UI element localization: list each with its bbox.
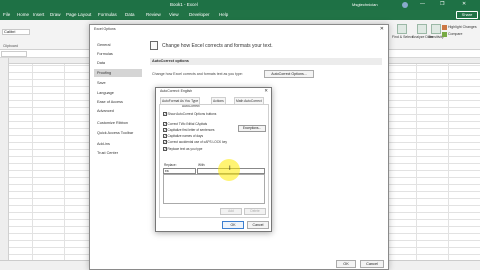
- checkbox-check-icon: ✓: [163, 122, 167, 127]
- nav-item-general[interactable]: General: [94, 41, 142, 49]
- checkbox-label: Capitalize first letter of sentences: [167, 128, 215, 132]
- checkbox-label: Replace text as you type: [167, 147, 203, 151]
- tab-autoformat[interactable]: AutoFormat As You Type: [160, 97, 201, 104]
- nav-item-formulas[interactable]: Formulas: [94, 50, 142, 58]
- with-label: With:: [198, 163, 206, 167]
- row-headers[interactable]: [0, 58, 9, 260]
- name-box[interactable]: [1, 51, 27, 57]
- add-button[interactable]: Add: [220, 208, 242, 215]
- clipboard-group-label: Clipboard: [3, 44, 18, 48]
- find-select-button[interactable]: Find & Select: [392, 24, 413, 39]
- tab-view[interactable]: View: [169, 12, 179, 17]
- tab-insert[interactable]: Insert: [33, 12, 44, 17]
- close-icon[interactable]: ✕: [264, 88, 268, 94]
- nav-item-customize-ribbon[interactable]: Customize Ribbon: [94, 119, 142, 127]
- checkbox-check-icon: ✓: [163, 140, 167, 145]
- text-cursor-icon: I: [229, 166, 231, 172]
- autocorrect-cancel-button[interactable]: Cancel: [247, 221, 269, 229]
- ribbon-tab-bar: File Home Insert Draw Page Layout Formul…: [0, 10, 480, 20]
- title-bar: Book1 - Excel Msgtechnician — ❐ ✕: [0, 0, 480, 10]
- options-cancel-button[interactable]: Cancel: [360, 260, 384, 268]
- minimize-icon[interactable]: —: [420, 1, 425, 7]
- replacement-list[interactable]: [163, 174, 265, 204]
- compare-icon: [442, 32, 447, 37]
- checkbox-label: Capitalize names of days: [167, 134, 204, 138]
- nav-item-language[interactable]: Language: [94, 89, 142, 97]
- tab-draw[interactable]: Draw: [50, 12, 61, 17]
- options-ok-button[interactable]: OK: [336, 260, 356, 268]
- checkbox-replace-text[interactable]: ✓Replace text as you type: [163, 147, 253, 152]
- nav-item-advanced[interactable]: Advanced: [94, 107, 142, 115]
- tab-actions[interactable]: Actions: [211, 97, 226, 104]
- nav-item-add-ins[interactable]: Add-ins: [94, 140, 142, 148]
- highlight-changes-icon: [442, 25, 447, 30]
- tab-developer[interactable]: Developer: [189, 12, 210, 17]
- checkbox-check-icon: ✓: [163, 112, 167, 117]
- autocorrect-description: Change how Excel corrects and formats te…: [152, 72, 243, 76]
- delete-button[interactable]: Delete: [244, 208, 266, 215]
- tab-review[interactable]: Review: [146, 12, 161, 17]
- nav-item-data[interactable]: Data: [94, 59, 142, 67]
- checkbox-label: Show AutoCorrect Options buttons: [167, 112, 217, 116]
- options-dialog-title: Excel Options: [94, 27, 116, 31]
- tab-file[interactable]: File: [3, 12, 10, 17]
- autocorrect-dialog-title: AutoCorrect: English: [160, 89, 193, 93]
- checkbox-check-icon: ✓: [163, 134, 167, 139]
- highlight-changes-button[interactable]: Highlight Changes: [448, 25, 477, 29]
- close-icon[interactable]: ✕: [380, 26, 384, 32]
- options-heading: Change how Excel corrects and formats yo…: [162, 43, 273, 49]
- autocorrect-ok-button[interactable]: OK: [222, 221, 244, 229]
- tab-home[interactable]: Home: [17, 12, 29, 17]
- tab-page-layout[interactable]: Page Layout: [66, 12, 91, 17]
- nav-item-trust-center[interactable]: Trust Center: [94, 149, 142, 157]
- sensitivity-icon: [430, 24, 441, 34]
- checkbox-label: Correct TWo INitial CApitals: [167, 122, 208, 126]
- tab-formulas[interactable]: Formulas: [98, 12, 117, 17]
- checkbox-check-icon: ✓: [163, 128, 167, 133]
- nav-item-proofing[interactable]: Proofing: [94, 69, 142, 77]
- font-name-box[interactable]: Calibri: [2, 29, 30, 35]
- tab-data[interactable]: Data: [125, 12, 135, 17]
- share-button[interactable]: Share: [456, 11, 478, 19]
- autocorrect-dialog: AutoCorrect: English ✕ AutoFormat As You…: [155, 87, 272, 232]
- find-select-label: Find & Select: [392, 35, 413, 39]
- find-icon: [397, 24, 408, 34]
- compare-button[interactable]: Compare: [448, 32, 462, 36]
- options-nav: General Formulas Data Proofing Save Lang…: [94, 41, 142, 171]
- nav-item-save[interactable]: Save: [94, 79, 142, 87]
- autocorrect-options-button[interactable]: AutoCorrect Options...: [264, 70, 314, 78]
- replace-label: Replace:: [164, 163, 177, 167]
- checkbox-label: Correct accidental use of cAPS LOCK key: [167, 140, 228, 144]
- autocorrect-section-title: AutoCorrect options: [150, 58, 382, 65]
- nav-item-quick-access-toolbar[interactable]: Quick Access Toolbar: [94, 129, 142, 137]
- user-name[interactable]: Msgtechnician: [352, 2, 378, 7]
- close-icon[interactable]: ✕: [462, 1, 466, 7]
- checkbox-capitalize-days[interactable]: ✓Capitalize names of days: [163, 134, 253, 139]
- avatar[interactable]: [402, 2, 408, 8]
- exceptions-button[interactable]: Exceptions...: [238, 125, 266, 132]
- proofing-icon: [150, 41, 158, 50]
- checkbox-caps-lock[interactable]: ✓Correct accidental use of cAPS LOCK key: [163, 140, 253, 145]
- checkbox-show-buttons[interactable]: ✓Show AutoCorrect Options buttons: [163, 112, 253, 117]
- tab-math-autocorrect[interactable]: Math AutoCorrect: [234, 97, 264, 104]
- checkbox-check-icon: ✓: [163, 147, 167, 152]
- document-title: Book1 - Excel: [170, 2, 198, 7]
- maximize-icon[interactable]: ❐: [440, 1, 444, 7]
- analyze-data-icon: [417, 24, 428, 34]
- tab-help[interactable]: Help: [219, 12, 228, 17]
- nav-item-ease-of-access[interactable]: Ease of Access: [94, 98, 142, 106]
